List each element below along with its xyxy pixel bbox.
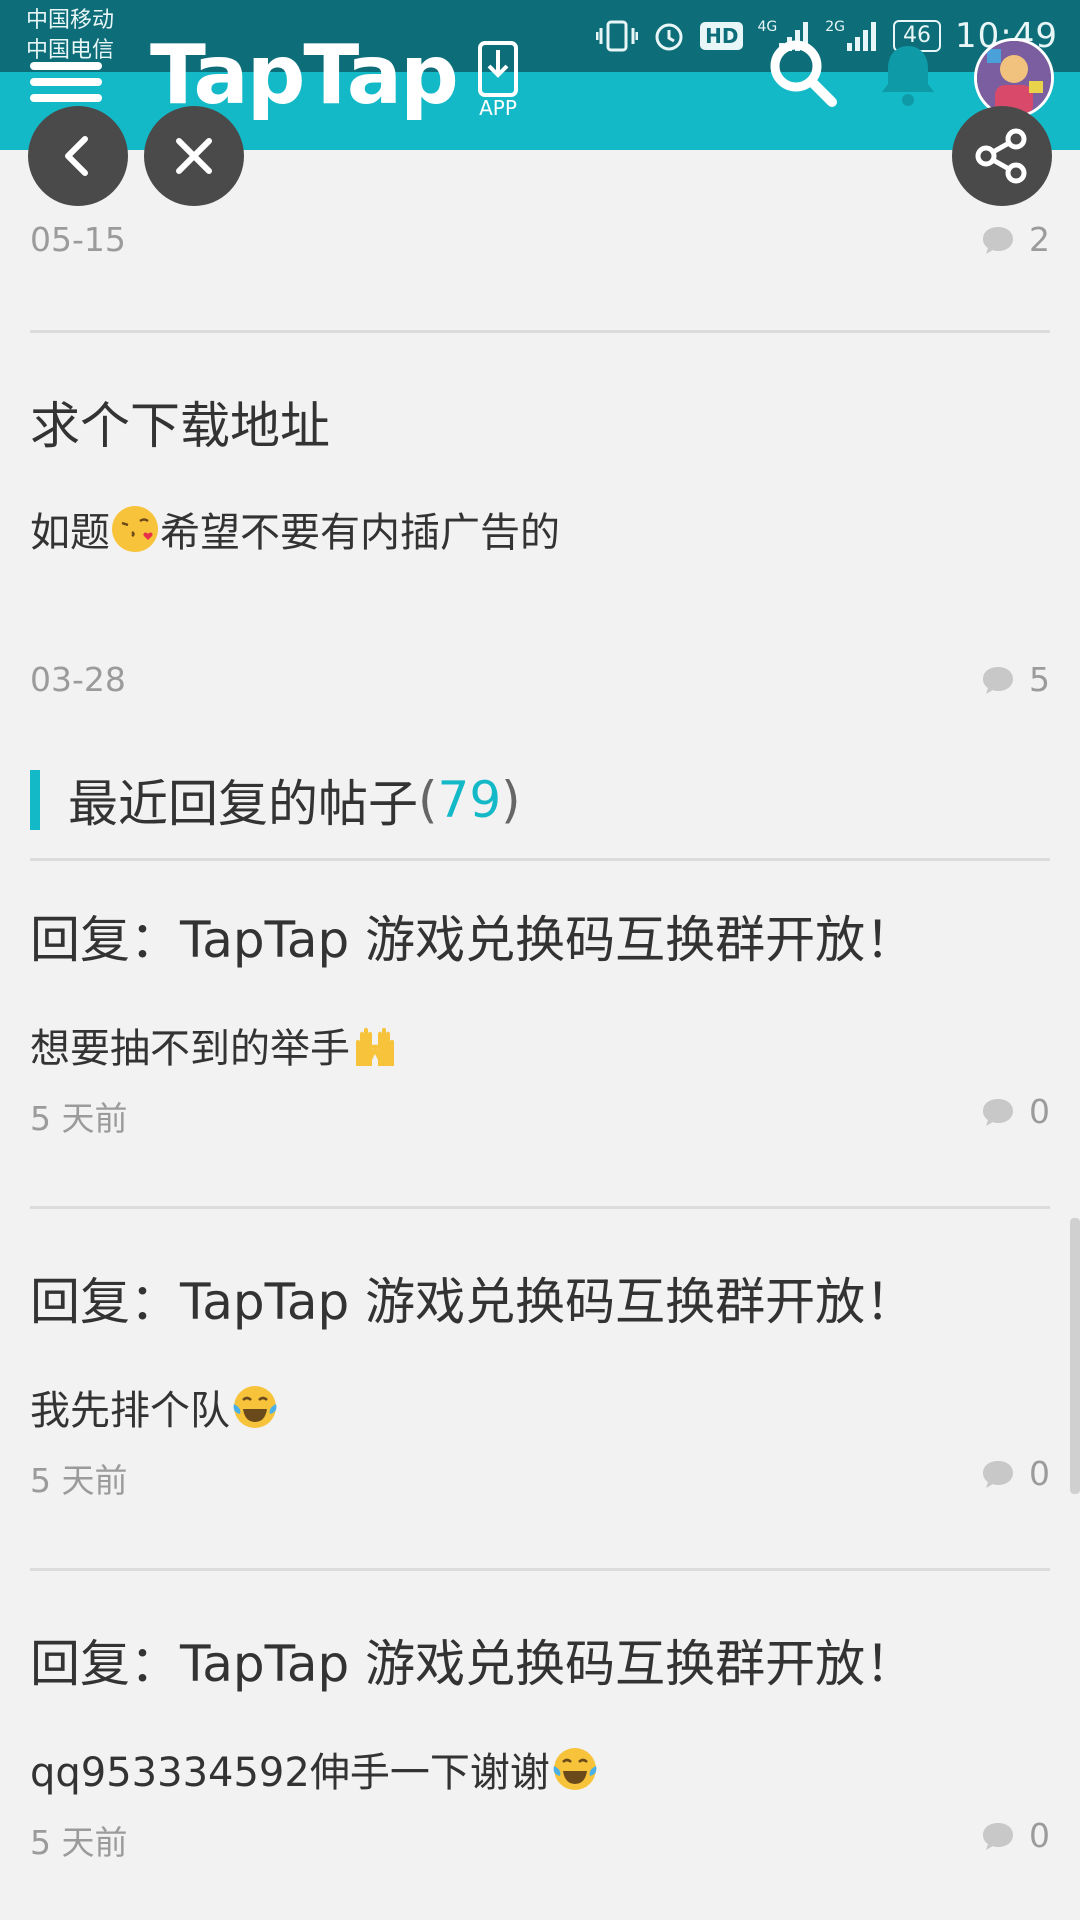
post-date: 05-15 (30, 220, 126, 259)
kissing-heart-emoji-icon (112, 506, 158, 552)
reply-body: 我先排个队 (30, 1378, 280, 1436)
phone-download-icon (478, 41, 518, 97)
carrier-1: 中国移动 (26, 8, 115, 33)
network-1-label: 4G (757, 19, 778, 35)
comment-icon (983, 1098, 1013, 1126)
share-icon (975, 128, 1027, 184)
divider (30, 858, 1050, 861)
chevron-left-icon (65, 136, 88, 176)
reply-date: 5 天前 (30, 1823, 128, 1862)
comment-count-value: 2 (1029, 220, 1050, 259)
section-header: 最近回复的帖子 ( 79 ) (30, 770, 521, 833)
user-avatar[interactable] (974, 38, 1054, 118)
comment-count-value: 5 (1029, 660, 1050, 699)
network-2-label: 2G (825, 19, 846, 35)
comment-count[interactable]: 0 (981, 1454, 1050, 1493)
divider (30, 1206, 1050, 1209)
comment-icon (983, 226, 1013, 254)
post-date: 03-28 (30, 660, 126, 699)
tears-of-joy-emoji-icon (552, 1746, 598, 1792)
vibrate-icon (596, 19, 639, 53)
section-count-close: ) (501, 771, 521, 829)
app-download-label: APP (479, 96, 517, 120)
comment-count[interactable]: 0 (981, 1092, 1050, 1131)
close-button[interactable] (144, 106, 244, 206)
reply-body: 想要抽不到的举手 (30, 1016, 400, 1074)
share-button[interactable] (952, 106, 1052, 206)
scrollbar[interactable] (1070, 1218, 1080, 1494)
divider (30, 330, 1050, 333)
comment-count[interactable]: 0 (981, 1816, 1050, 1855)
reply-date: 5 天前 (30, 1099, 128, 1138)
comment-count-value: 0 (1029, 1816, 1050, 1855)
section-title: 最近回复的帖子 (68, 775, 418, 833)
reply-title[interactable]: 回复：TapTap 游戏兑换码互换群开放！ (30, 1624, 915, 1696)
comment-count[interactable]: 5 (981, 660, 1050, 699)
close-icon (176, 138, 212, 174)
hd-icon: HD (700, 22, 744, 50)
search-icon[interactable] (766, 36, 840, 114)
comment-icon (983, 1460, 1013, 1488)
section-count: 79 (437, 771, 502, 829)
app-download-button[interactable]: APP (458, 40, 538, 122)
reply-body-text: 想要抽不到的举手 (30, 1026, 350, 1072)
notification-bell-icon[interactable] (880, 40, 936, 114)
section-accent-bar (30, 770, 40, 830)
alarm-icon (652, 19, 686, 53)
comment-count-value: 0 (1029, 1454, 1050, 1493)
carrier-labels: 中国移动 中国电信 (26, 6, 114, 66)
reply-body-text: 我先排个队 (30, 1388, 230, 1434)
reply-body-text: qq953334592伸手一下谢谢 (30, 1750, 550, 1796)
reply-body: qq953334592伸手一下谢谢 (30, 1740, 600, 1798)
menu-icon[interactable] (30, 58, 102, 104)
reply-date: 5 天前 (30, 1461, 128, 1500)
comment-icon (983, 1822, 1013, 1850)
comment-count-value: 0 (1029, 1092, 1050, 1131)
tears-of-joy-emoji-icon (232, 1384, 278, 1430)
reply-title[interactable]: 回复：TapTap 游戏兑换码互换群开放！ (30, 1262, 915, 1334)
post-title[interactable]: 求个下载地址 (30, 386, 330, 458)
raising-hands-emoji-icon (352, 1022, 398, 1068)
section-count-open: ( (418, 771, 438, 829)
reply-title[interactable]: 回复：TapTap 游戏兑换码互换群开放！ (30, 900, 915, 972)
post-body-text-2: 希望不要有内插广告的 (160, 510, 560, 556)
comment-icon (983, 666, 1013, 694)
comment-count[interactable]: 2 (981, 220, 1050, 259)
post-body: 如题 希望不要有内插广告的 (30, 500, 560, 558)
divider (30, 1568, 1050, 1571)
back-button[interactable] (28, 106, 128, 206)
post-body-text: 如题 (30, 510, 110, 556)
